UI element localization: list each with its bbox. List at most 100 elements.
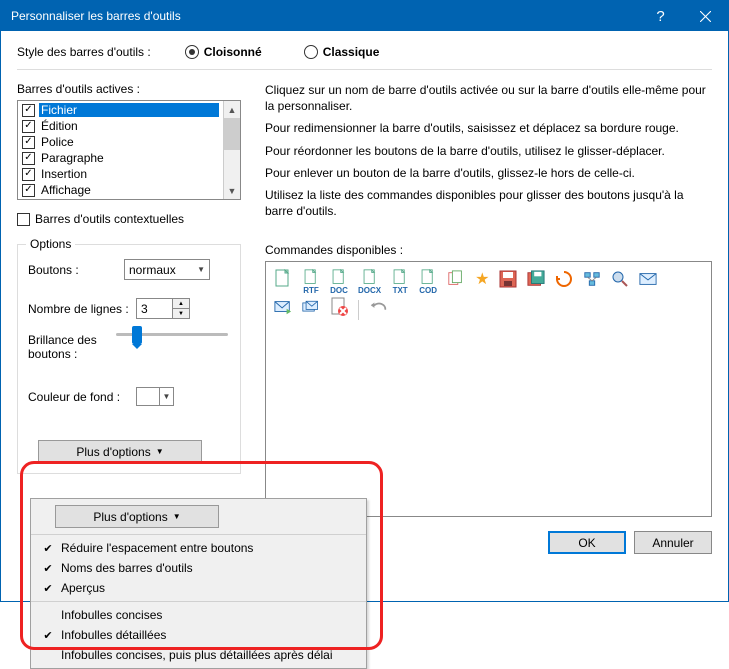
options-group: Options Boutons : normaux ▼ Nombre de li… [17,244,241,474]
list-item-label: Paragraphe [39,151,219,165]
more-options-button[interactable]: Plus d'options ▼ [55,505,219,528]
scroll-down-icon[interactable]: ▼ [224,182,240,199]
slider-thumb-icon[interactable] [132,326,142,344]
help-line: Cliquez sur un nom de barre d'outils act… [265,82,712,114]
check-icon: ✔ [39,542,57,555]
more-options-button[interactable]: Plus d'options ▼ [38,440,202,463]
help-line: Pour redimensionner la barre d'outils, s… [265,120,712,136]
mail-send-icon[interactable] [274,297,292,323]
commands-label: Commandes disponibles : [265,243,712,257]
radio-icon [185,45,199,59]
check-icon: ✔ [39,582,57,595]
separator [17,69,712,70]
chevron-down-icon[interactable]: ▼ [159,388,173,405]
list-item[interactable]: Fichier [18,102,223,118]
network-icon[interactable] [583,269,601,295]
menu-item-label: Aperçus [57,581,352,595]
list-item-label: Édition [39,119,219,133]
help-button[interactable]: ? [638,1,683,31]
checkbox-icon[interactable] [22,152,35,165]
undo-icon[interactable] [369,297,387,323]
spin-up-icon[interactable]: ▲ [173,299,189,309]
radio-icon [304,45,318,59]
bgcolor-label: Couleur de fond : [28,390,136,404]
list-item-label: Affichage [39,183,219,197]
radio-cloisonne[interactable]: Cloisonné [185,45,262,59]
commands-list[interactable]: RTF DOC DOCX TXT [265,261,712,517]
menu-item-label: Infobulles concises [57,608,352,622]
checkbox-icon[interactable] [22,184,35,197]
menu-item-label: Infobulles détaillées [57,628,352,642]
checkbox-icon[interactable] [22,136,35,149]
menu-item[interactable]: ✔ Réduire l'espacement entre boutons [31,538,366,558]
more-options-label: Plus d'options [93,510,167,524]
floppy-save-icon[interactable] [499,269,517,295]
checkbox-icon[interactable] [22,168,35,181]
menu-item-label: Réduire l'espacement entre boutons [57,541,352,555]
new-doc-icon[interactable] [274,269,292,295]
list-item-label: Insertion [39,167,219,181]
search-icon[interactable] [611,269,629,295]
active-toolbars-list[interactable]: Fichier Édition Police Paragraphe [17,100,241,200]
contextual-checkbox[interactable] [17,213,30,226]
bgcolor-picker[interactable]: ▼ [136,387,174,406]
help-line: Pour enlever un bouton de la barre d'out… [265,165,712,181]
more-options-menu: Plus d'options ▼ ✔ Réduire l'espacement … [30,498,367,669]
close-button[interactable] [683,1,728,31]
scroll-thumb[interactable] [224,118,240,150]
window-title: Personnaliser les barres d'outils [11,9,638,23]
triangle-down-icon: ▼ [156,447,164,456]
doc-txt-icon[interactable]: TXT [391,269,409,295]
menu-item[interactable]: ✔ Aperçus [31,578,366,598]
separator-icon [358,300,359,320]
menu-item[interactable]: Infobulles concises [31,605,366,625]
spin-down-icon[interactable]: ▼ [173,309,189,318]
recycle-icon[interactable] [555,269,573,295]
mail-icon[interactable] [639,269,657,295]
buttons-dropdown[interactable]: normaux ▼ [124,259,210,280]
list-item[interactable]: Paragraphe [18,150,223,166]
radio-classique-label: Classique [323,45,380,59]
brightness-slider[interactable] [114,333,230,336]
list-item-label: Fichier [39,103,219,117]
cancel-button[interactable]: Annuler [634,531,712,554]
lines-spinner[interactable]: ▲ ▼ [136,298,190,319]
check-icon: ✔ [39,562,57,575]
toolbar-style-label: Style des barres d'outils : [17,45,151,59]
menu-item[interactable]: ✔ Noms des barres d'outils [31,558,366,578]
checkbox-icon[interactable] [22,104,35,117]
buttons-label: Boutons : [28,263,124,277]
scrollbar[interactable]: ▲ ▼ [223,101,240,199]
menu-item-label: Infobulles concises, puis plus détaillée… [57,648,352,662]
help-line: Pour réordonner les boutons de la barre … [265,143,712,159]
mail-multi-icon[interactable] [302,297,320,323]
lines-input[interactable] [136,298,172,319]
doc-rtf-icon[interactable]: RTF [302,269,320,295]
brightness-label: Brillance des boutons : [28,333,114,361]
check-icon: ✔ [39,629,57,642]
help-text: Cliquez sur un nom de barre d'outils act… [265,82,712,219]
color-swatch-icon [139,390,157,403]
doc-cod-icon[interactable]: COD [419,269,437,295]
list-item[interactable]: Insertion [18,166,223,182]
radio-classique[interactable]: Classique [304,45,380,59]
list-item[interactable]: Police [18,134,223,150]
menu-item[interactable]: ✔ Infobulles détaillées [31,625,366,645]
doc-docx-icon[interactable]: DOCX [358,269,381,295]
doc-doc-icon[interactable]: DOC [330,269,348,295]
options-legend: Options [26,237,75,251]
floppy-saveall-icon[interactable] [527,269,545,295]
close-icon [700,11,711,22]
close-doc-icon[interactable] [330,297,348,323]
list-item[interactable]: Édition [18,118,223,134]
star-icon[interactable]: ★ [475,269,489,295]
docs-stack-icon[interactable] [447,269,465,295]
checkbox-icon[interactable] [22,120,35,133]
buttons-value: normaux [129,263,176,277]
list-item[interactable]: Affichage [18,182,223,198]
scroll-up-icon[interactable]: ▲ [224,101,240,118]
contextual-label: Barres d'outils contextuelles [35,212,184,226]
ok-button[interactable]: OK [548,531,626,554]
menu-item[interactable]: Infobulles concises, puis plus détaillée… [31,645,366,665]
active-toolbars-label: Barres d'outils actives : [17,82,241,96]
